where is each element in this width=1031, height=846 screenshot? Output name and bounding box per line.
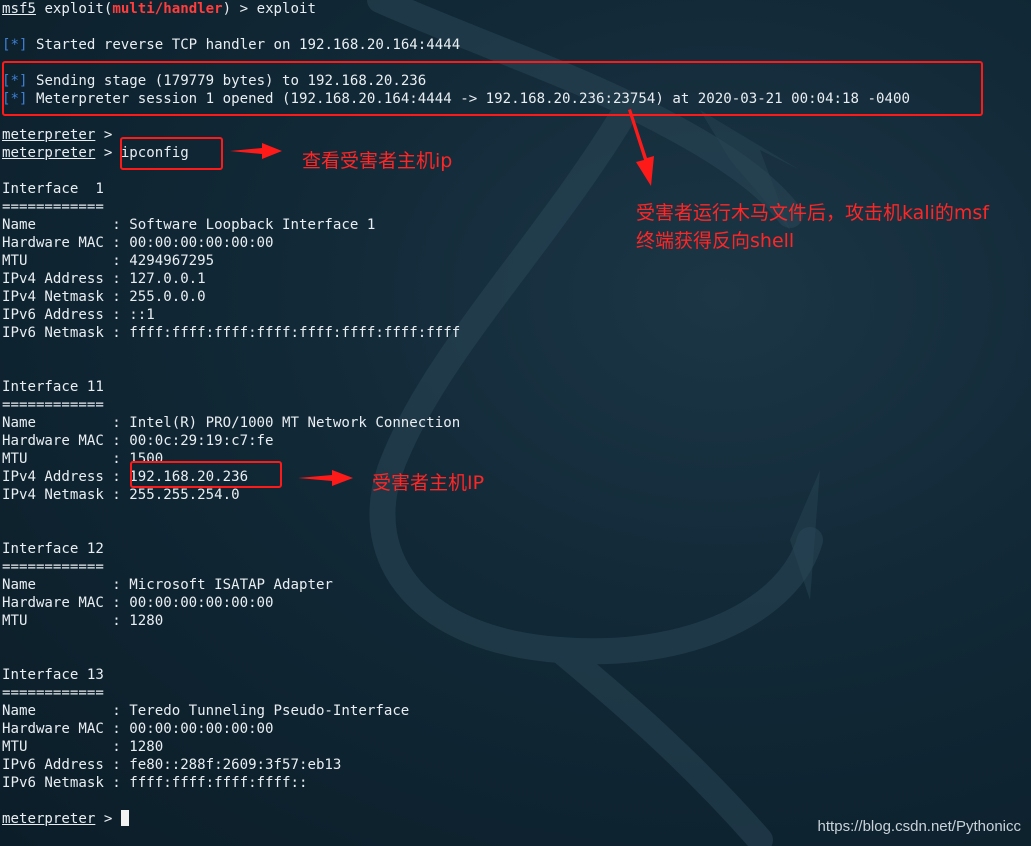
meterpreter-prompt-line: meterpreter > xyxy=(2,126,112,144)
handler-line: [*] Started reverse TCP handler on 192.1… xyxy=(2,36,460,54)
interface-rule: ============ xyxy=(2,199,104,215)
interface-row: IPv4 Address : 127.0.0.1 xyxy=(2,271,206,287)
interface-row: Hardware MAC : 00:00:00:00:00:00 xyxy=(2,721,274,737)
interface-row: Hardware MAC : 00:00:00:00:00:00 xyxy=(2,235,274,251)
ipconfig-highlight-box xyxy=(120,137,223,170)
prompt-suffix: > xyxy=(95,811,113,827)
interface-rule: ============ xyxy=(2,685,104,701)
interface-row: Name : Software Loopback Interface 1 xyxy=(2,217,376,233)
ipconfig-note: 查看受害者主机ip xyxy=(302,150,453,172)
blog-watermark: https://blog.csdn.net/Pythonicc xyxy=(817,818,1021,835)
terminal-window[interactable]: msf5 exploit(multi/handler) > exploit [*… xyxy=(0,0,1031,846)
interface-row: MTU : 1280 xyxy=(2,613,164,629)
interface-row: Hardware MAC : 00:00:00:00:00:00 xyxy=(2,595,274,611)
shell-note-line1: 受害者运行木马文件后，攻击机kali的msf xyxy=(636,202,989,224)
interface-rule: ============ xyxy=(2,559,104,575)
interface-header: Interface 11 xyxy=(2,379,104,395)
victim-ip-note: 受害者主机IP xyxy=(372,472,485,494)
victim-ip-highlight-box xyxy=(130,461,282,488)
interface-row: MTU : 1280 xyxy=(2,739,164,755)
module-name: multi/handler xyxy=(112,1,223,17)
handler-text: Started reverse TCP handler on 192.168.2… xyxy=(27,37,461,53)
meterpreter-prompt: meterpreter xyxy=(2,127,96,143)
interface-row: Name : Microsoft ISATAP Adapter xyxy=(2,577,333,593)
interface-row: Name : Teredo Tunneling Pseudo-Interface xyxy=(2,703,410,719)
interface-header: Interface 12 xyxy=(2,541,104,557)
interface-header: Interface 13 xyxy=(2,667,104,683)
prompt-suffix: > xyxy=(95,145,113,161)
meterpreter-prompt: meterpreter xyxy=(2,145,96,161)
session-highlight-box xyxy=(2,61,983,116)
interface-header: Interface 1 xyxy=(2,181,104,197)
interface-row: IPv6 Netmask : ffff:ffff:ffff:ffff:: xyxy=(2,775,308,791)
interface-row: IPv4 Netmask : 255.255.254.0 xyxy=(2,487,240,503)
interface-row: IPv6 Netmask : ffff:ffff:ffff:ffff:ffff:… xyxy=(2,325,461,341)
session-arrow-icon xyxy=(628,109,654,186)
text-cursor xyxy=(120,810,129,826)
interface-row: IPv6 Address : fe80::288f:2609:3f57:eb13 xyxy=(2,757,342,773)
final-prompt-line[interactable]: meterpreter > xyxy=(2,810,129,828)
victim-ip-arrow-icon xyxy=(298,470,353,486)
interface-row: MTU : 4294967295 xyxy=(2,253,215,269)
msf-app-name: msf5 xyxy=(2,1,36,17)
interface-rule: ============ xyxy=(2,397,104,413)
meterpreter-prompt: meterpreter xyxy=(2,811,96,827)
ipconfig-arrow-icon xyxy=(230,143,282,159)
shell-note-line2: 终端获得反向shell xyxy=(636,230,795,252)
interface-row: Hardware MAC : 00:0c:29:19:c7:fe xyxy=(2,433,274,449)
prompt-suffix: > xyxy=(95,127,113,143)
msf-prompt-line: msf5 exploit(multi/handler) > exploit xyxy=(2,0,316,18)
interface-row: IPv4 Netmask : 255.0.0.0 xyxy=(2,289,206,305)
prompt-command: ) > exploit xyxy=(222,1,316,17)
info-tag: [*] xyxy=(2,37,28,53)
interface-row: IPv6 Address : ::1 xyxy=(2,307,155,323)
prompt-text: exploit( xyxy=(35,1,113,17)
interface-row: Name : Intel(R) PRO/1000 MT Network Conn… xyxy=(2,415,461,431)
